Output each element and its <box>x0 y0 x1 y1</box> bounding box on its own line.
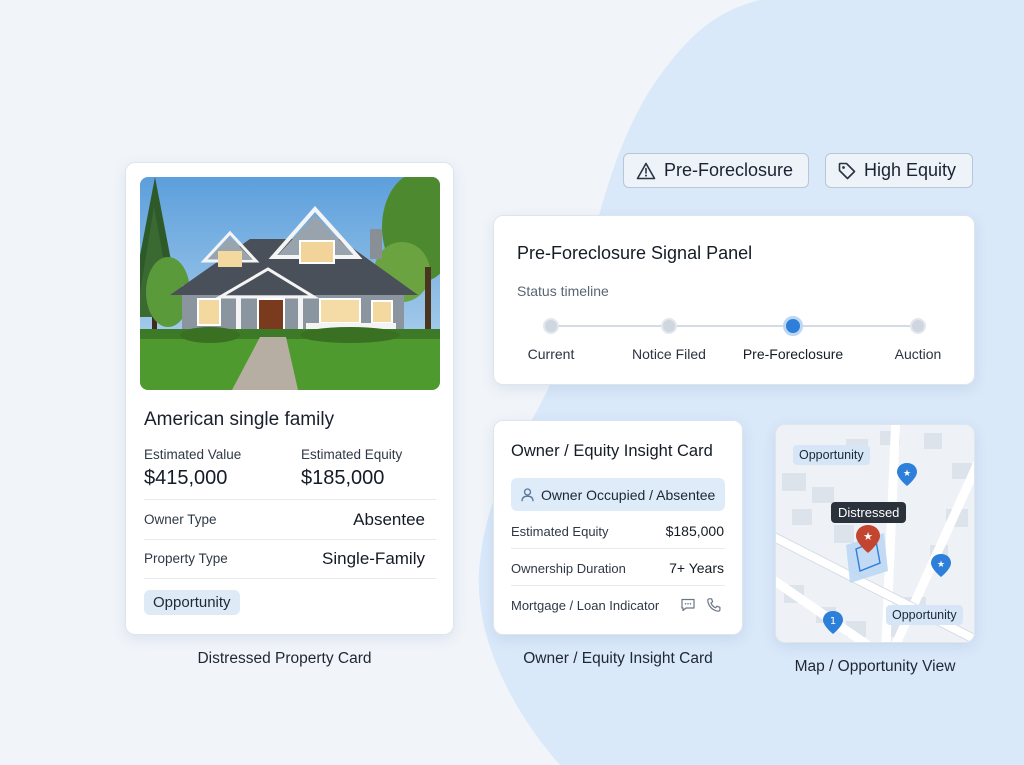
owner-type-value: Absentee <box>353 510 425 529</box>
high-equity-badge[interactable]: High Equity <box>825 153 973 188</box>
timeline-step-label: Current <box>527 346 575 362</box>
timeline-step-label: Auction <box>894 346 942 362</box>
estimated-equity-label: Estimated Equity <box>301 447 403 462</box>
pre-foreclosure-signal-panel: Pre-Foreclosure Signal Panel Status time… <box>493 215 975 385</box>
row-value: $185,000 <box>665 523 724 539</box>
row-label: Ownership Duration <box>511 561 626 576</box>
row-label: Estimated Equity <box>511 524 609 539</box>
row-value: 7+ Years <box>669 560 724 576</box>
estimated-value-label: Estimated Value <box>144 447 242 462</box>
message-icon[interactable] <box>680 597 696 613</box>
divider <box>511 585 725 586</box>
opportunity-chip[interactable]: Opportunity <box>144 590 240 615</box>
divider <box>144 578 436 579</box>
owner-card-title: Owner / Equity Insight Card <box>511 442 713 460</box>
map-opportunity-chip[interactable]: Opportunity <box>793 445 870 465</box>
house-photo <box>140 177 440 390</box>
map-opportunity-view[interactable]: ★ ★ ★ 1 Opportunity Distressed Opportuni… <box>775 424 975 643</box>
panel-subtitle: Status timeline <box>517 283 609 299</box>
svg-text:★: ★ <box>903 469 911 479</box>
property-type-value: Single-Family <box>322 549 425 568</box>
tag-icon <box>838 162 856 179</box>
timeline-step-label: Pre-Foreclosure <box>742 346 844 362</box>
estimated-value: $415,000 <box>144 467 228 489</box>
pre-foreclosure-badge[interactable]: Pre-Foreclosure <box>623 153 809 188</box>
distressed-property-card[interactable]: American single family Estimated Value $… <box>125 162 454 635</box>
owner-card-caption: Owner / Equity Insight Card <box>523 650 713 667</box>
numbered-pin-label: 1 <box>830 616 836 627</box>
pre-foreclosure-badge-label: Pre-Foreclosure <box>664 160 794 180</box>
property-title: American single family <box>144 409 335 430</box>
map-opportunity-chip[interactable]: Opportunity <box>886 605 963 625</box>
timeline-step-pre-foreclosure-dot[interactable] <box>783 316 803 336</box>
timeline-step-current-dot[interactable] <box>543 318 559 334</box>
row-label: Mortgage / Loan Indicator <box>511 598 660 613</box>
property-type-label: Property Type <box>144 551 228 566</box>
estimated-equity: $185,000 <box>301 467 385 489</box>
timeline-step-label: Notice Filed <box>632 346 706 362</box>
distressed-tooltip: Distressed <box>831 502 907 523</box>
svg-text:★: ★ <box>937 560 945 570</box>
divider <box>144 499 436 500</box>
svg-text:★: ★ <box>863 530 873 543</box>
owner-type-label: Owner Type <box>144 512 217 527</box>
property-card-caption: Distressed Property Card <box>197 650 372 667</box>
timeline-step-notice-filed-dot[interactable] <box>661 318 677 334</box>
timeline-step-auction-dot[interactable] <box>910 318 926 334</box>
divider <box>511 548 725 549</box>
high-equity-badge-label: High Equity <box>864 160 957 180</box>
timeline-track <box>551 325 919 327</box>
owner-chip-label: Owner Occupied / Absentee <box>541 486 716 503</box>
person-icon <box>521 487 534 501</box>
map-card-caption: Map / Opportunity View <box>794 658 956 675</box>
warning-triangle-icon <box>636 162 656 179</box>
divider <box>144 539 436 540</box>
panel-title: Pre-Foreclosure Signal Panel <box>517 243 753 263</box>
phone-icon[interactable] <box>706 597 722 613</box>
owner-occupancy-chip[interactable]: Owner Occupied / Absentee <box>511 478 725 511</box>
owner-equity-insight-card[interactable]: Owner / Equity Insight Card Owner Occupi… <box>493 420 743 635</box>
